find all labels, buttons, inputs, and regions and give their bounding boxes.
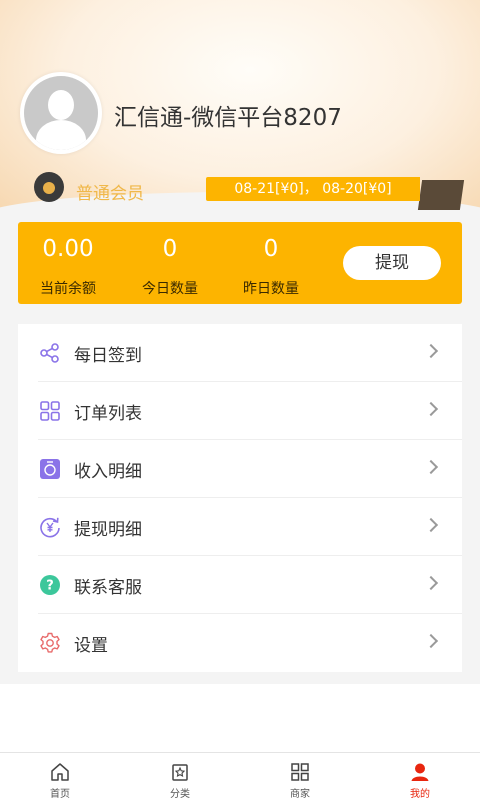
tab-label: 我的: [410, 789, 430, 800]
wallet-icon: [38, 457, 62, 481]
menu-label: 每日签到: [74, 345, 142, 366]
menu-list: 每日签到 订单列表 收入明细 提现明细 ? 联系客服 设置: [18, 324, 462, 672]
category-icon: [169, 761, 191, 783]
share-icon: [38, 341, 62, 365]
store-icon: [289, 761, 311, 783]
today-count[interactable]: 0 今日数量: [130, 234, 210, 298]
default-avatar-icon: [24, 76, 98, 150]
chevron-right-icon: [423, 633, 439, 649]
income-stats-tag: 08-21[¥0]， 08-20[¥0]: [206, 177, 420, 201]
balance-card: 0.00 当前余额 0 今日数量 0 昨日数量 提现: [18, 222, 462, 304]
yen-refresh-icon: [38, 515, 62, 539]
menu-item-income-details[interactable]: 收入明细: [18, 440, 462, 498]
user-icon: [409, 761, 431, 783]
chevron-right-icon: [423, 575, 439, 591]
yesterday-count-label: 昨日数量: [243, 281, 299, 297]
today-count-value: 0: [162, 236, 178, 262]
tab-label: 首页: [50, 789, 70, 800]
withdraw-button[interactable]: 提现: [343, 246, 441, 280]
menu-item-customer-service[interactable]: ? 联系客服: [18, 556, 462, 614]
current-balance-label: 当前余额: [40, 281, 96, 297]
tab-category[interactable]: 分类: [120, 753, 240, 800]
menu-item-daily-checkin[interactable]: 每日签到: [18, 324, 462, 382]
profile-page: 汇信通-微信平台8207 普通会员 08-21[¥0]， 08-20[¥0] 0…: [0, 0, 480, 800]
menu-label: 收入明细: [74, 461, 142, 482]
grid-icon: [38, 399, 62, 423]
username: 汇信通-微信平台8207: [114, 105, 342, 131]
gear-icon: [38, 631, 62, 655]
yesterday-count[interactable]: 0 昨日数量: [231, 234, 311, 298]
home-icon: [49, 761, 71, 783]
menu-item-settings[interactable]: 设置: [18, 614, 462, 672]
chevron-right-icon: [423, 343, 439, 359]
svg-text:?: ?: [46, 579, 54, 594]
current-balance-value: 0.00: [42, 236, 94, 262]
tab-home[interactable]: 首页: [0, 753, 120, 800]
bottom-tab-bar: 首页 分类 商家 我的: [0, 752, 480, 800]
avatar[interactable]: [20, 72, 102, 154]
chevron-right-icon: [423, 401, 439, 417]
member-level: 普通会员: [76, 184, 144, 204]
content-bottom-area: [0, 684, 480, 752]
tab-mine[interactable]: 我的: [360, 753, 480, 800]
chevron-right-icon: [423, 459, 439, 475]
help-icon: ?: [38, 573, 62, 597]
chevron-right-icon: [423, 517, 439, 533]
today-count-label: 今日数量: [142, 281, 198, 297]
stats-tag-tail: [417, 180, 465, 210]
menu-label: 联系客服: [74, 577, 142, 598]
current-balance[interactable]: 0.00 当前余额: [28, 234, 108, 298]
menu-item-order-list[interactable]: 订单列表: [18, 382, 462, 440]
yesterday-count-value: 0: [263, 236, 279, 262]
tab-store[interactable]: 商家: [240, 753, 360, 800]
tab-label: 商家: [290, 789, 310, 800]
member-badge-icon: [34, 172, 64, 202]
tab-label: 分类: [170, 789, 190, 800]
menu-label: 设置: [74, 635, 108, 656]
menu-label: 订单列表: [74, 403, 142, 424]
menu-label: 提现明细: [74, 519, 142, 540]
menu-item-withdraw-details[interactable]: 提现明细: [18, 498, 462, 556]
